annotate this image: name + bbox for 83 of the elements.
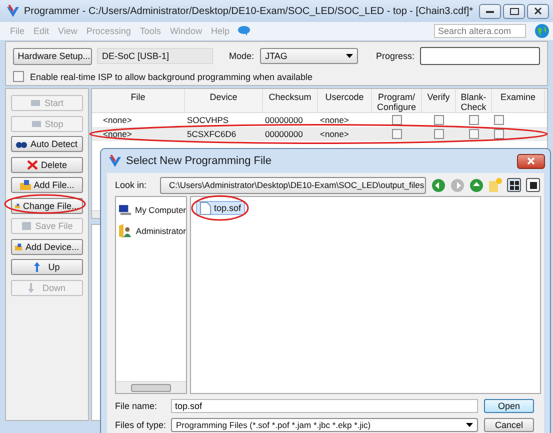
action-icon: [30, 118, 42, 128]
up-icon[interactable]: [470, 178, 483, 192]
isp-label: Enable real-time ISP to allow background programming when available: [30, 72, 312, 82]
table-row[interactable]: <none> 5CSXFC6D6 00000000 <none>: [92, 127, 547, 141]
close-button[interactable]: [527, 4, 549, 18]
close-icon: [527, 157, 535, 165]
column-header[interactable]: Program/ Configure: [372, 89, 422, 112]
table-checkbox[interactable]: [392, 129, 402, 139]
action-icon: [16, 139, 28, 149]
forward-icon[interactable]: [451, 178, 464, 192]
table-checkbox[interactable]: [434, 115, 444, 125]
column-header[interactable]: Verify: [422, 89, 456, 112]
globe-icon: [535, 24, 549, 38]
action-button[interactable]: Add File...: [11, 177, 83, 193]
close-icon: [534, 7, 542, 15]
table-cell-text: <none>: [102, 129, 133, 139]
action-icon: [15, 200, 20, 210]
action-icon: [21, 221, 32, 231]
maximize-button[interactable]: [503, 4, 525, 18]
table-cell-text: <none>: [102, 115, 133, 125]
hardware-setup-button[interactable]: Hardware Setup...: [13, 48, 92, 64]
column-header[interactable]: File: [92, 89, 185, 112]
column-header[interactable]: Device: [185, 89, 263, 112]
file-name-field[interactable]: top.sof: [171, 399, 478, 413]
place-item[interactable]: Administrator: [119, 222, 186, 240]
dropdown-arrow-icon: [466, 423, 473, 427]
table-cell-text: <none>: [319, 129, 350, 139]
look-in-dropdown[interactable]: C:\Users\Administrator\Desktop\DE10-Exam\SOC_LED\output_files: [160, 176, 426, 194]
app-icon: [108, 154, 122, 168]
table-checkbox[interactable]: [392, 115, 402, 125]
table-checkbox[interactable]: [434, 129, 444, 139]
column-header[interactable]: Usercode: [318, 89, 372, 112]
minimize-button[interactable]: [479, 4, 501, 18]
mode-label: Mode:: [229, 51, 254, 61]
action-icon: [30, 98, 42, 108]
dropdown-arrow-icon: [346, 54, 353, 58]
action-button[interactable]: Auto Detect: [11, 136, 83, 152]
file-type-dropdown[interactable]: Programming Files (*.sof *.pof *.jam *.jbc *.ekp *.jic): [171, 418, 478, 432]
look-in-label: Look in:: [115, 180, 148, 190]
action-button[interactable]: Up: [11, 259, 83, 275]
scroll-bar[interactable]: [116, 381, 186, 393]
column-header[interactable]: Examine: [492, 89, 545, 112]
table-cell-text: 5CSXFC6D6: [186, 129, 238, 139]
file-item[interactable]: top.sof: [196, 201, 246, 215]
action-icon: [26, 160, 38, 170]
column-header[interactable]: Checksum: [263, 89, 318, 112]
user-folder-icon: [119, 222, 132, 240]
cancel-button[interactable]: Cancel: [484, 418, 534, 432]
isp-checkbox[interactable]: [13, 71, 24, 82]
progress-label: Progress:: [376, 51, 414, 61]
column-header[interactable]: Blank-Check: [456, 89, 492, 112]
open-button[interactable]: Open: [484, 399, 534, 413]
app-icon: [6, 4, 20, 18]
table-checkbox[interactable]: [469, 115, 479, 125]
table-cell-text: 00000000: [264, 129, 304, 139]
minimize-icon: [486, 8, 494, 14]
hardware-field: DE-SoC [USB-1]: [97, 48, 214, 64]
action-icon: [15, 242, 22, 252]
maximize-icon: [510, 8, 518, 14]
table-checkbox[interactable]: [469, 129, 479, 139]
detail-view-icon[interactable]: [526, 178, 540, 192]
chat-icon: [238, 26, 250, 36]
search-field[interactable]: Search altera.com: [434, 24, 526, 38]
table-checkbox[interactable]: [494, 115, 504, 125]
place-item[interactable]: My Computer: [119, 202, 186, 218]
close-button[interactable]: [517, 154, 545, 168]
back-icon[interactable]: [432, 178, 445, 192]
table-cell-text: <none>: [319, 115, 350, 125]
table-checkbox[interactable]: [494, 129, 504, 139]
grid-view-icon[interactable]: [507, 178, 521, 192]
mode-dropdown[interactable]: JTAG: [260, 48, 358, 64]
action-button[interactable]: Delete: [11, 156, 83, 172]
table-cell-text: SOCVHPS: [186, 115, 230, 125]
action-icon: [20, 180, 31, 190]
action-button[interactable]: Add Device...: [11, 238, 83, 254]
file-icon: [200, 202, 211, 214]
computer-icon: [119, 202, 131, 218]
window-title: Programmer - C:/Users/Administrator/Desktop/DE10-Exam/SOC_LED/SOC_LED - top - [Chain3.cdf]*: [24, 6, 474, 16]
table-row[interactable]: <none> SOCVHPS 00000000 <none>: [92, 113, 547, 127]
file-name-label: File name:: [115, 401, 158, 411]
table-cell-text: 00000000: [264, 115, 304, 125]
dialog-title: Select New Programming File: [126, 155, 272, 167]
file-type-label: Files of type:: [115, 420, 167, 430]
